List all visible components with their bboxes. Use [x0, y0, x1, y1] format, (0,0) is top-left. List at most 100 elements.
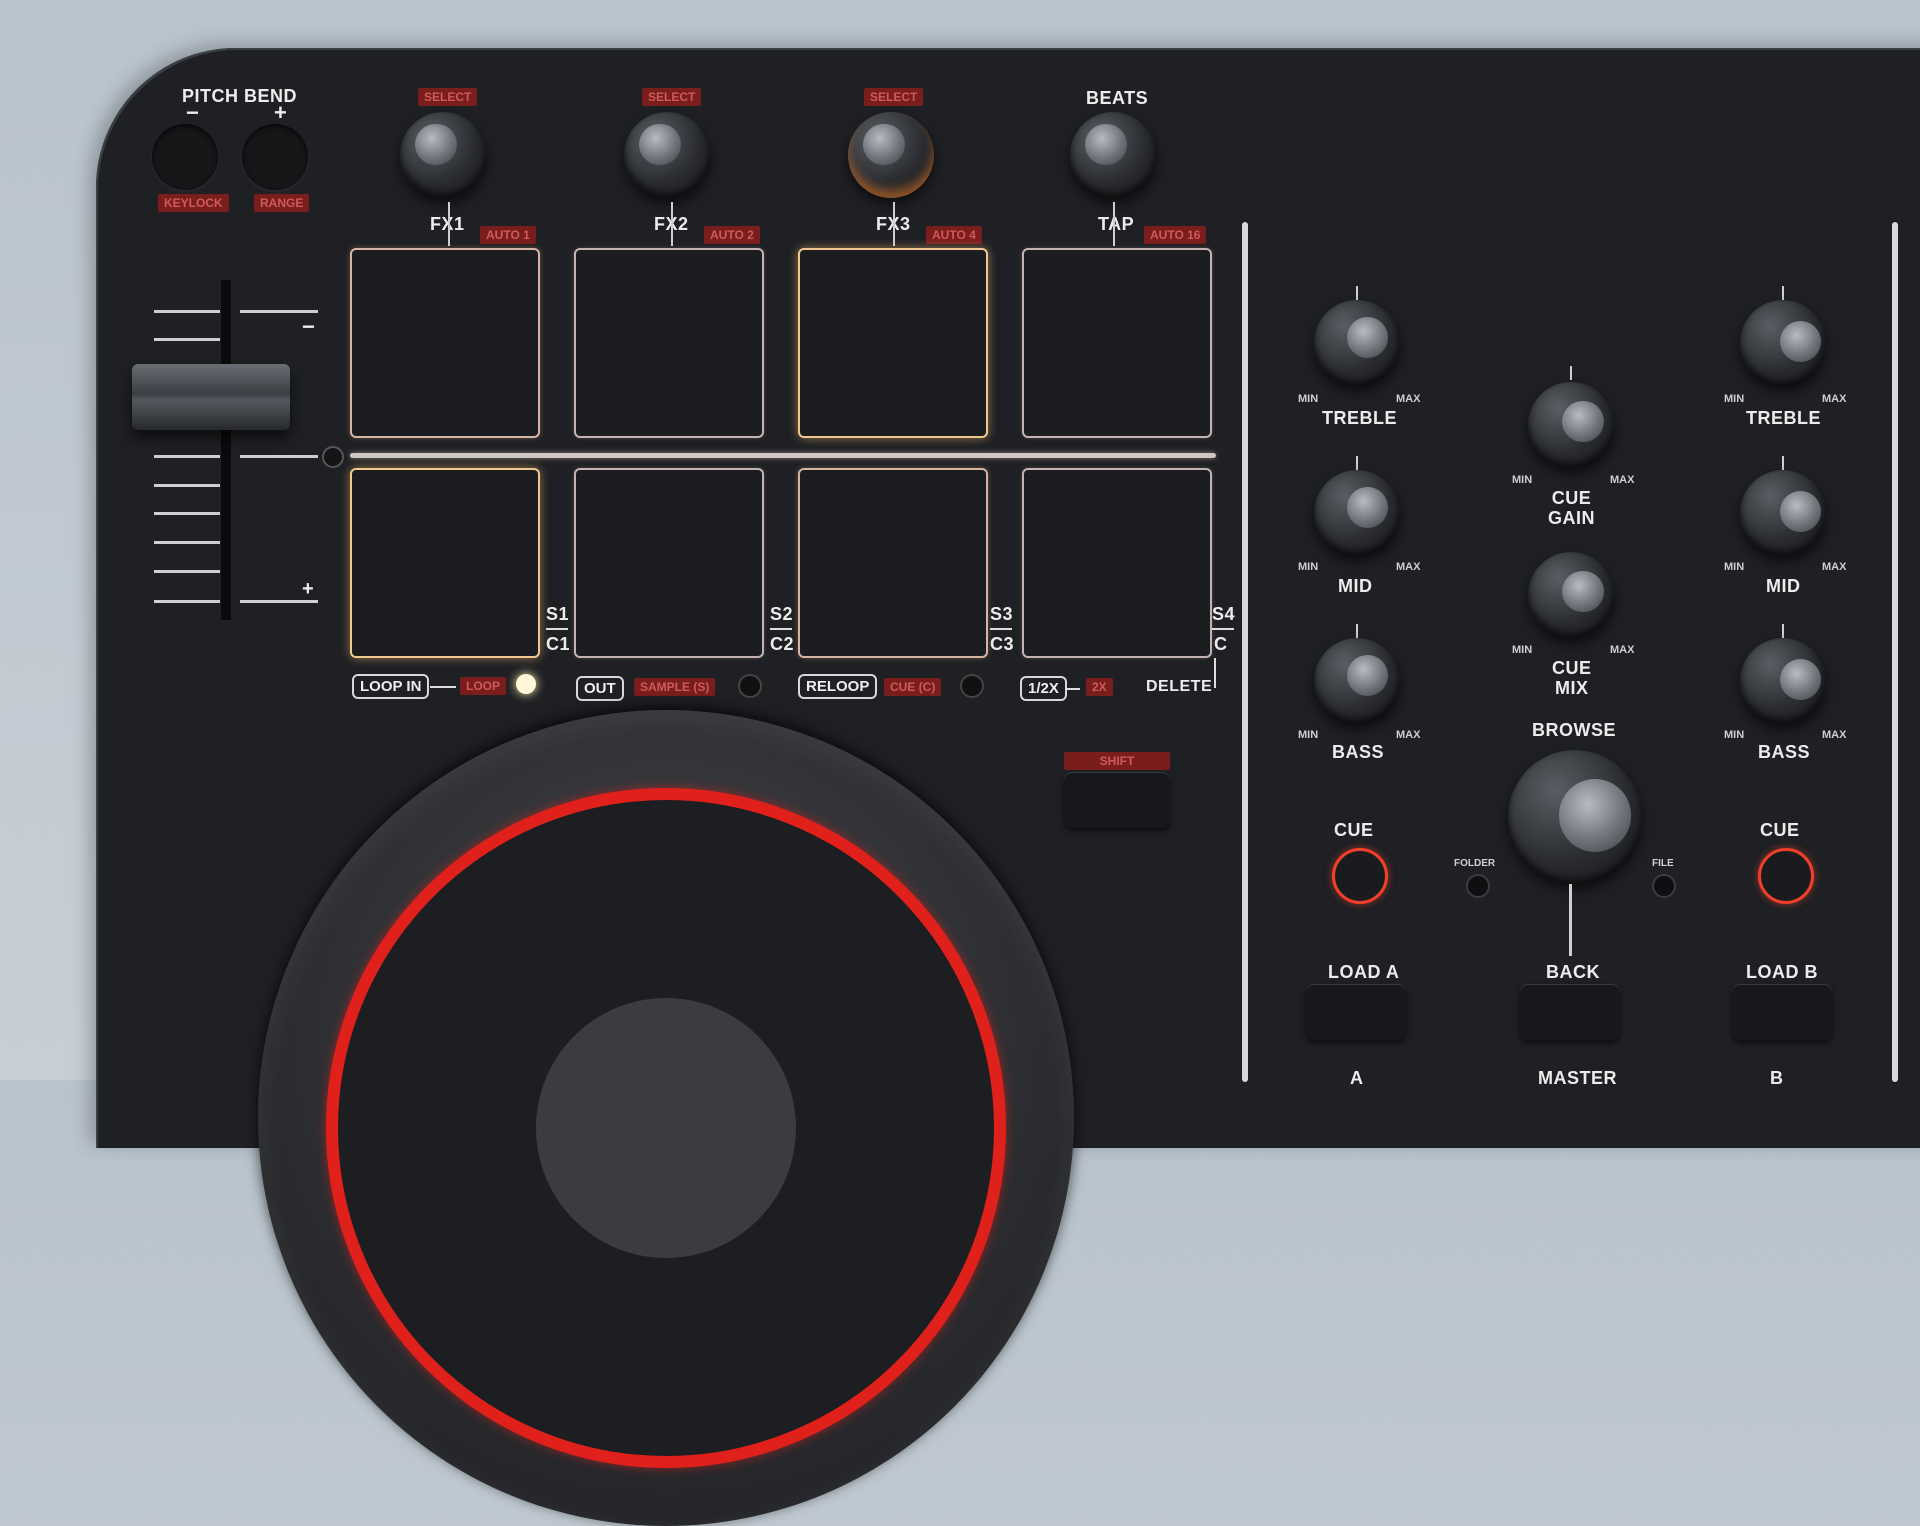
sample-label: SAMPLE (S) [634, 678, 716, 696]
cue-a-button[interactable] [1332, 848, 1388, 904]
load-b-button[interactable] [1732, 984, 1832, 1040]
pad-8[interactable] [1022, 468, 1212, 658]
pad-3[interactable] [798, 248, 988, 438]
fx2-guide-line [671, 202, 673, 246]
pitch-bend-minus-button[interactable] [152, 124, 218, 190]
fx3-knob[interactable] [848, 112, 934, 198]
folder-button[interactable] [1466, 874, 1490, 898]
fx3-select-label: SELECT [864, 88, 924, 106]
browse-encoder[interactable] [1508, 750, 1642, 884]
out-label: OUT [576, 676, 624, 701]
pad-7[interactable] [798, 468, 988, 658]
treble-a-label: TREBLE [1322, 408, 1397, 428]
beats-title: BEATS [1086, 88, 1149, 108]
bass-a-label: BASS [1332, 742, 1385, 762]
fx2-select-label: SELECT [642, 88, 702, 106]
s3-label: S3 [990, 604, 1014, 624]
bass-b-max: MAX [1822, 729, 1847, 741]
s1-label: S1 [546, 604, 570, 624]
load-a-button[interactable] [1306, 984, 1406, 1040]
mixer-divider-right [1892, 222, 1898, 1082]
file-label: FILE [1652, 858, 1674, 869]
load-b-label: LOAD B [1746, 962, 1818, 982]
cue-gain-label: CUE GAIN [1548, 488, 1595, 528]
cue-b-button[interactable] [1758, 848, 1814, 904]
load-a-label: LOAD A [1328, 962, 1400, 982]
mid-a-tick [1356, 456, 1358, 470]
cue-gain-tick [1570, 366, 1572, 380]
fx3-guide-line [893, 202, 895, 246]
s4-label: S4 [1212, 604, 1236, 624]
fader-tick [154, 310, 220, 313]
treble-a-max: MAX [1396, 393, 1421, 405]
mid-a-min: MIN [1298, 561, 1319, 573]
treble-a-knob[interactable] [1314, 300, 1400, 386]
fader-tick [154, 484, 220, 487]
back-guide-line [1569, 884, 1572, 956]
c2-label: C2 [770, 634, 795, 654]
bass-a-min: MIN [1298, 729, 1319, 741]
beats-knob[interactable] [1070, 112, 1156, 198]
fader-tick [154, 512, 220, 515]
fader-tick [154, 600, 220, 603]
bass-b-tick [1782, 624, 1784, 638]
treble-b-max: MAX [1822, 393, 1847, 405]
mid-a-knob[interactable] [1314, 470, 1400, 556]
shift-label: SHIFT [1064, 752, 1170, 770]
pad-2[interactable] [574, 248, 764, 438]
pad-5[interactable] [350, 468, 540, 658]
cue-mix-max: MAX [1610, 644, 1635, 656]
sample-led [738, 674, 762, 698]
cue-gain-max: MAX [1610, 474, 1635, 486]
tap-label: TAP [1098, 214, 1135, 234]
auto4-label: AUTO 4 [926, 226, 982, 244]
treble-b-knob[interactable] [1740, 300, 1826, 386]
loop-connector [430, 686, 456, 688]
bass-b-knob[interactable] [1740, 638, 1826, 724]
treble-a-min: MIN [1298, 393, 1319, 405]
cue-mix-label: CUE MIX [1552, 658, 1592, 698]
mid-b-knob[interactable] [1740, 470, 1826, 556]
shift-button[interactable] [1064, 772, 1170, 828]
back-label: BACK [1546, 962, 1600, 982]
double-speed-label: 2X [1086, 678, 1113, 696]
file-button[interactable] [1652, 874, 1676, 898]
fader-tick [154, 541, 220, 544]
fader-center-led [322, 446, 344, 468]
treble-b-tick [1782, 286, 1784, 300]
treble-a-tick [1356, 286, 1358, 300]
mid-b-max: MAX [1822, 561, 1847, 573]
s2-label: S2 [770, 604, 794, 624]
delete-label: DELETE [1146, 678, 1213, 695]
cue-mix-knob[interactable] [1528, 552, 1614, 638]
fx2-knob[interactable] [624, 112, 710, 198]
fx1-knob[interactable] [400, 112, 486, 198]
bass-b-label: BASS [1758, 742, 1811, 762]
bass-a-knob[interactable] [1314, 638, 1400, 724]
pad-4[interactable] [1022, 248, 1212, 438]
cue-b-label: CUE [1760, 820, 1800, 840]
fader-tick [154, 338, 220, 341]
pad-6[interactable] [574, 468, 764, 658]
pitch-fader-track [221, 280, 231, 620]
mid-b-tick [1782, 456, 1784, 470]
treble-b-label: TREBLE [1746, 408, 1821, 428]
pitch-bend-plus-label: + [274, 100, 288, 125]
pitch-bend-plus-button[interactable] [242, 124, 308, 190]
cue-gain-knob[interactable] [1528, 382, 1614, 468]
bass-a-tick [1356, 624, 1358, 638]
c1-label: C1 [546, 634, 571, 654]
pad-1[interactable] [350, 248, 540, 438]
pad-separator [350, 453, 1216, 458]
jog-wheel-center [536, 998, 796, 1258]
mixer-divider-left [1242, 222, 1248, 1082]
pitch-fader-handle[interactable] [132, 364, 290, 430]
master-label: MASTER [1538, 1068, 1617, 1088]
cue-mix-min: MIN [1512, 644, 1533, 656]
reloop-label: RELOOP [798, 674, 878, 699]
pitch-bend-minus-label: − [186, 100, 200, 125]
c4-label: C [1214, 634, 1228, 654]
auto1-label: AUTO 1 [480, 226, 536, 244]
auto16-label: AUTO 16 [1144, 226, 1207, 244]
back-button[interactable] [1520, 984, 1620, 1040]
